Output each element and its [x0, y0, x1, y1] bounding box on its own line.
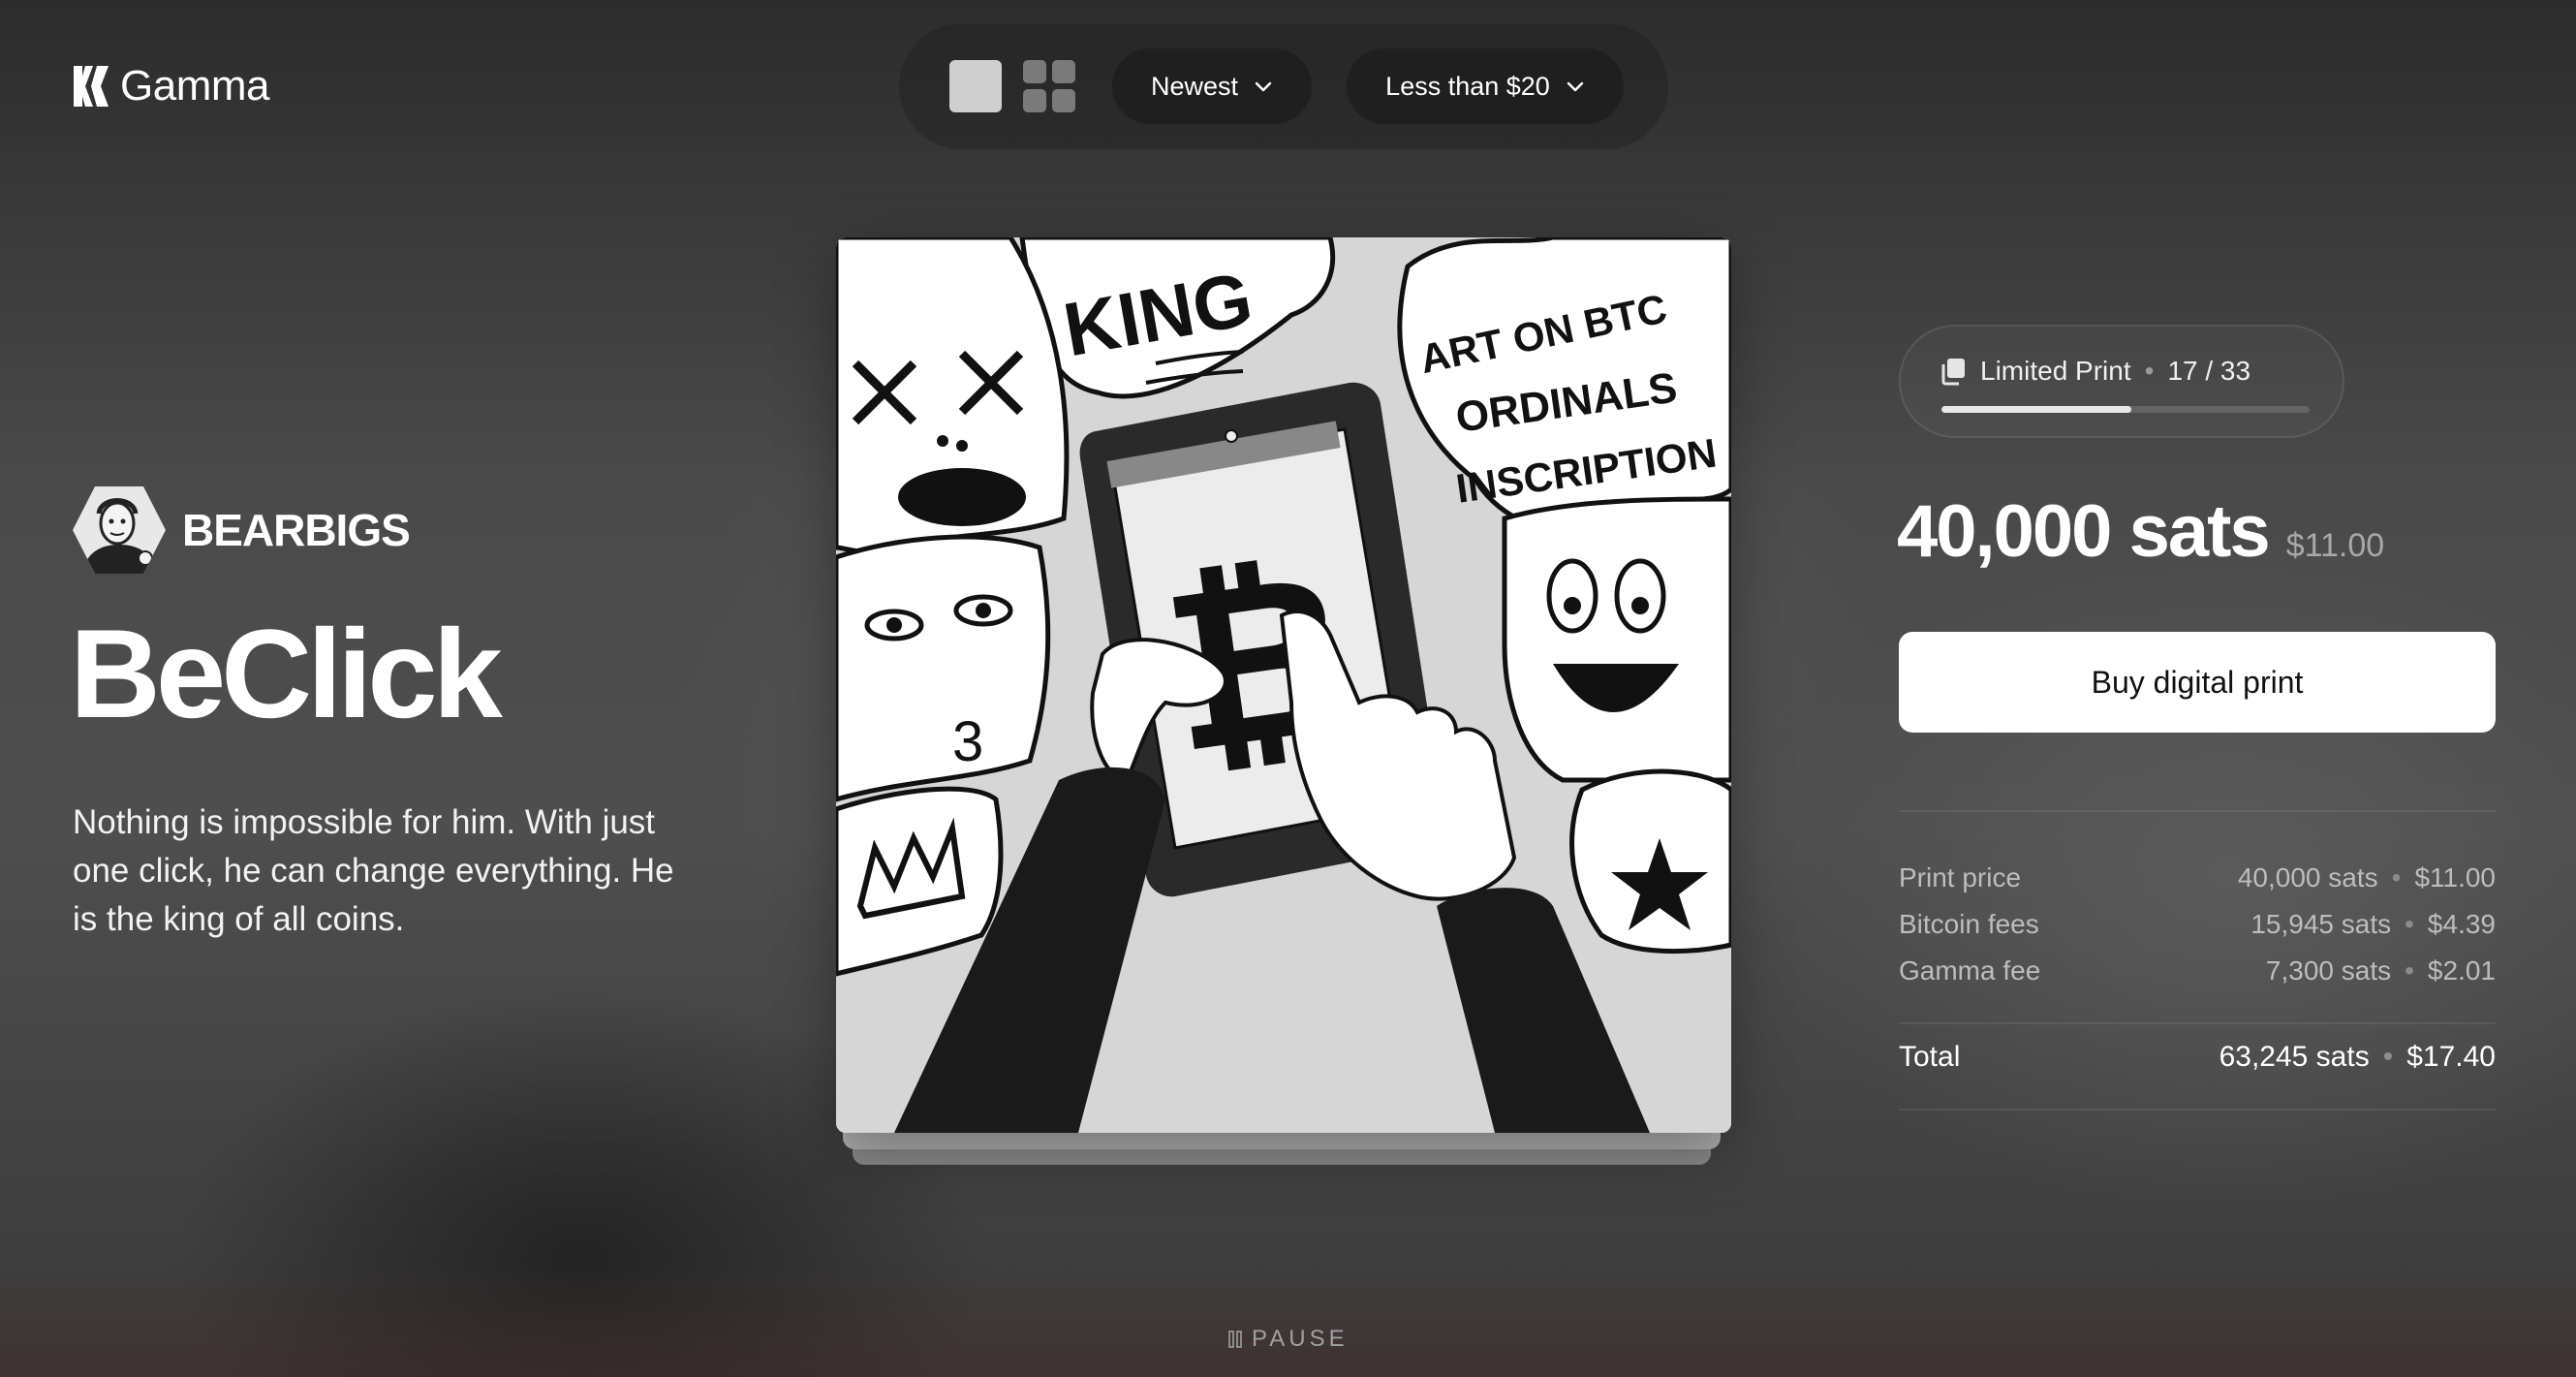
artist-avatar	[73, 486, 166, 574]
stack-shadow	[843, 1132, 1721, 1149]
fee-usd: $11.00	[2414, 862, 2496, 892]
grid-cell	[1052, 89, 1075, 112]
fee-sats: 7,300 sats	[2265, 955, 2392, 986]
grid-cell	[1023, 89, 1046, 112]
top-toolbar: Newest Less than $20	[899, 23, 1668, 149]
separator-dot: •	[2405, 909, 2414, 939]
fee-label: Gamma fee	[1899, 955, 2041, 986]
edition-progress-fill	[1941, 406, 2131, 413]
edition-row: Limited Print • 17 / 33	[1940, 356, 2250, 387]
buy-digital-print-button[interactable]: Buy digital print	[1899, 632, 2496, 733]
price-usd: $11.00	[2285, 527, 2385, 564]
fee-label: Print price	[1899, 862, 2022, 892]
edition-badge: Limited Print • 17 / 33	[1899, 325, 2344, 438]
grid-cell	[1023, 60, 1046, 83]
separator-dot: •	[2382, 1041, 2394, 1073]
edition-label: Limited Print	[1980, 356, 2131, 386]
separator-dot: •	[2391, 862, 2402, 892]
fee-sats: 15,945 sats	[2250, 909, 2392, 939]
grid-view-button[interactable]	[1023, 60, 1075, 112]
artist-link[interactable]: BEARBIGS	[72, 485, 411, 576]
bottom-glow	[0, 1261, 2576, 1377]
artwork-description: Nothing is impossible for him. With just…	[73, 803, 674, 938]
fee-row-bitcoin-fees: Bitcoin fees 15,945 sats • $4.39	[1899, 909, 2496, 940]
pause-label: PAUSE	[1252, 1326, 1349, 1352]
sort-label: Newest	[1150, 71, 1239, 101]
artwork-image[interactable]: ₿ KING ART ON BTC ORDINALS INSCRIPTION 3	[836, 237, 1731, 1133]
artwork-text-3: 3	[952, 710, 983, 773]
price-sats: 40,000 sats	[1897, 490, 2271, 573]
price: 40,000 sats $11.00	[1897, 489, 2384, 574]
total-label: Total	[1899, 1041, 1961, 1073]
pause-button[interactable]: PAUSE	[1228, 1326, 1349, 1353]
divider	[1899, 1022, 2496, 1024]
artwork-title: BeClick	[70, 603, 503, 744]
sort-dropdown[interactable]: Newest	[1112, 48, 1312, 124]
copies-icon	[1941, 359, 1965, 386]
chevron-down-icon	[1567, 81, 1584, 92]
price-filter-label: Less than $20	[1385, 71, 1550, 101]
fee-row-gamma-fee: Gamma fee 7,300 sats • $2.01	[1899, 955, 2496, 986]
fee-label: Bitcoin fees	[1899, 909, 2039, 939]
edition-progress-bar	[1941, 406, 2310, 413]
fee-row-print-price: Print price 40,000 sats • $11.00	[1899, 862, 2496, 893]
chevron-down-icon	[1255, 81, 1272, 92]
fee-sats: 40,000 sats	[2237, 862, 2378, 892]
pause-icon	[1228, 1330, 1242, 1348]
total-sats: 63,245 sats	[2219, 1041, 2370, 1073]
separator-dot: •	[2144, 356, 2155, 386]
divider	[1899, 1109, 2496, 1111]
artwork-illustration: ₿ KING ART ON BTC ORDINALS INSCRIPTION 3	[836, 237, 1731, 1133]
edition-count: 17 / 33	[2167, 356, 2251, 386]
total-usd: $17.40	[2406, 1041, 2496, 1073]
divider	[1899, 810, 2496, 812]
fee-usd: $2.01	[2427, 955, 2496, 986]
gamma-logo-icon	[74, 66, 109, 107]
brand-name: Gamma	[120, 62, 269, 110]
grid-cell	[1052, 60, 1075, 83]
single-view-button[interactable]	[949, 60, 1002, 112]
fee-usd: $4.39	[2427, 909, 2496, 939]
gamma-logo[interactable]: Gamma	[72, 62, 269, 110]
separator-dot: •	[2405, 955, 2414, 986]
price-filter-dropdown[interactable]: Less than $20	[1347, 48, 1624, 124]
total-row: Total 63,245 sats • $17.40	[1899, 1041, 2496, 1074]
artist-name: BEARBIGS	[182, 505, 411, 555]
